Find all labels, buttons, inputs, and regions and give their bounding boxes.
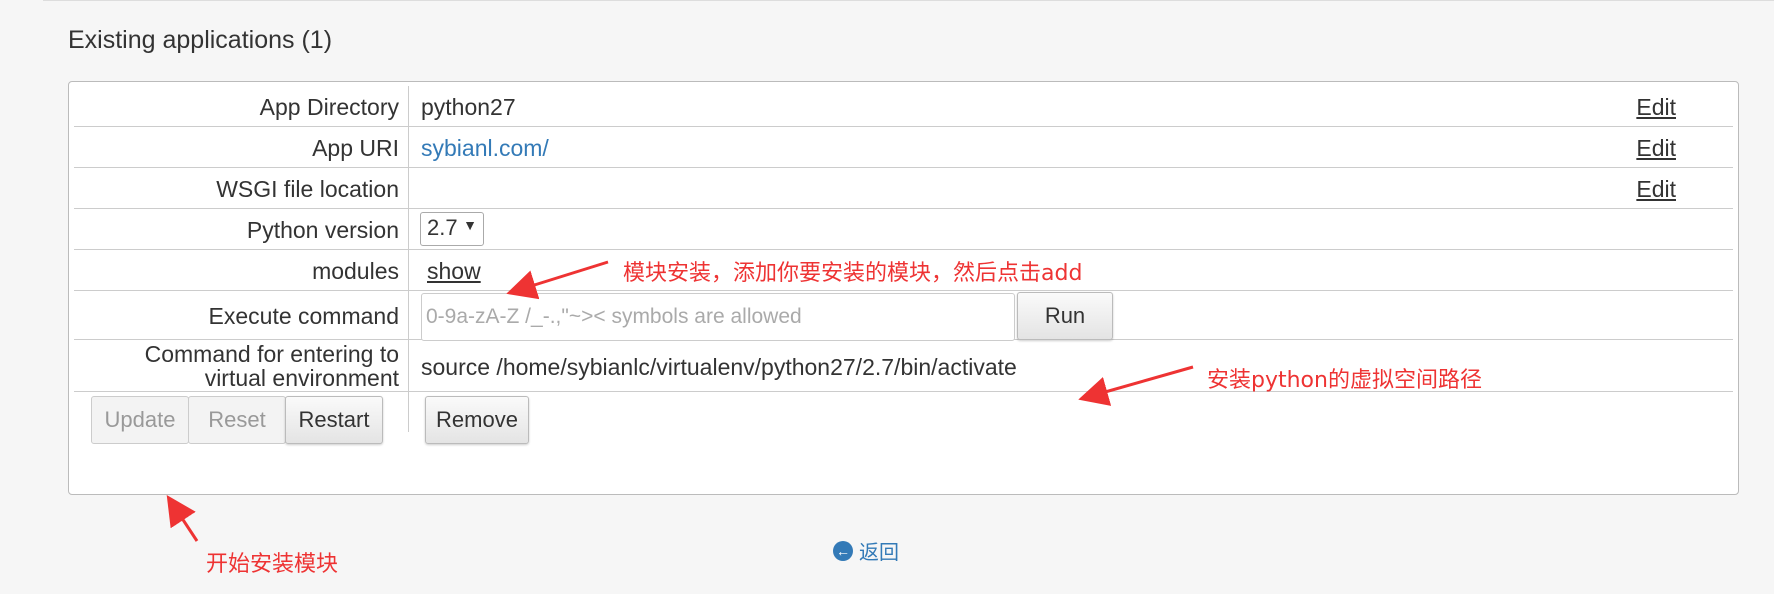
label-virtual-env-line1: Command for entering to	[144, 341, 399, 367]
label-virtual-env-line2: virtual environment	[204, 365, 399, 391]
label-app-uri: App URI	[312, 135, 399, 161]
reset-button[interactable]: Reset	[188, 396, 286, 444]
top-divider	[43, 0, 1774, 4]
restart-button[interactable]: Restart	[285, 396, 383, 444]
edit-app-uri-link[interactable]: Edit	[1636, 135, 1676, 162]
label-virtual-env: Command for entering to virtual environm…	[145, 342, 399, 390]
run-button[interactable]: Run	[1017, 292, 1113, 340]
label-wsgi: WSGI file location	[216, 176, 399, 202]
venv-annotation: 安装python的虚拟空间路径	[1207, 368, 1482, 393]
edit-app-directory-link[interactable]: Edit	[1636, 94, 1676, 121]
remove-button[interactable]: Remove	[425, 396, 529, 444]
update-annotation: 开始安装模块	[206, 552, 339, 577]
chevron-down-icon: ▼	[463, 217, 477, 233]
app-uri-link[interactable]: sybianl.com/	[421, 135, 549, 162]
python-version-selected: 2.7	[427, 215, 458, 240]
existing-apps-panel: App Directory python27 Edit App URI sybi…	[68, 81, 1739, 495]
value-app-directory: python27	[421, 94, 516, 120]
section-title: Existing applications (1)	[68, 26, 333, 54]
update-arrow	[166, 494, 199, 542]
back-link[interactable]: ← 返回	[833, 536, 899, 565]
edit-wsgi-link[interactable]: Edit	[1636, 176, 1676, 203]
update-button[interactable]: Update	[91, 396, 189, 444]
label-python-version: Python version	[246, 217, 399, 243]
execute-command-input[interactable]: 0-9a-zA-Z /_-.,"~>< symbols are allowed	[421, 293, 1015, 341]
label-modules: modules	[312, 258, 399, 284]
back-label: 返回	[859, 542, 899, 564]
virtual-env-command: source /home/sybianlc/virtualenv/python2…	[421, 354, 1017, 380]
python-version-select[interactable]: 2.7 ▼	[420, 212, 484, 246]
arrow-left-circle-icon: ←	[833, 540, 853, 561]
modules-annotation: 模块安装，添加你要安装的模块，然后点击add	[623, 261, 1083, 286]
label-app-directory: App Directory	[259, 94, 399, 120]
modules-show-link[interactable]: show	[427, 258, 481, 285]
label-execute-command: Execute command	[208, 303, 399, 329]
